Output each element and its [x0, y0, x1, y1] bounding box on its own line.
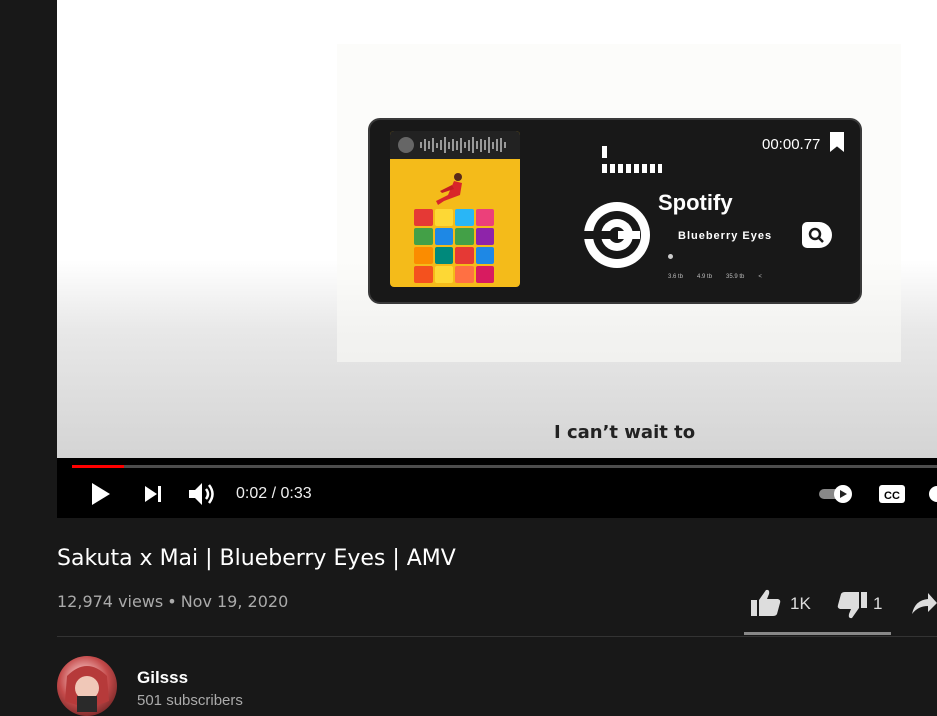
rubiks-cube-illustration	[414, 209, 494, 283]
likes-stat: 35.9 tb	[726, 274, 745, 280]
song-title-text: Blueberry Eyes	[678, 230, 773, 242]
spotify-card: 00:00.77 Spotify Blueberry Eyes 3.6 tb 4…	[368, 118, 862, 304]
volume-icon[interactable]	[188, 481, 218, 507]
video-meta: 12,974 views • Nov 19, 2020	[57, 592, 288, 611]
sentiment-bar	[744, 632, 891, 635]
audio-bars-icon	[602, 146, 662, 173]
upload-date: Nov 19, 2020	[180, 592, 289, 611]
channel-avatar[interactable]	[57, 656, 117, 716]
like-count[interactable]: 1K	[790, 594, 811, 614]
disc-logo-icon	[582, 202, 650, 268]
settings-icon[interactable]	[927, 482, 937, 506]
spotify-brand-text: Spotify	[658, 190, 733, 215]
video-frame[interactable]: 00:00.77 Spotify Blueberry Eyes 3.6 tb 4…	[57, 0, 937, 458]
overlay-stats: 3.6 tb 4.9 tb 35.9 tb <	[668, 274, 762, 280]
video-title: Sakuta x Mai | Blueberry Eyes | AMV	[57, 546, 456, 571]
share-icon: <	[758, 274, 762, 280]
spotify-code-icon	[420, 137, 506, 153]
album-cover-image	[390, 131, 520, 287]
video-player[interactable]: 00:00.77 Spotify Blueberry Eyes 3.6 tb 4…	[57, 0, 937, 518]
channel-name[interactable]: Gilsss	[137, 668, 188, 688]
search-icon	[802, 222, 832, 248]
progress-fill	[72, 465, 124, 468]
cc-icon[interactable]: CC	[878, 483, 906, 505]
spotify-code-bar	[390, 131, 520, 159]
view-count: 12,974 views	[57, 592, 164, 611]
subtitle-text: I can’t wait to	[554, 422, 696, 443]
overlay-timestamp: 00:00.77	[762, 136, 821, 153]
figure-illustration	[436, 173, 462, 205]
spotify-logo-icon	[398, 137, 414, 153]
play-icon[interactable]	[90, 482, 112, 506]
svg-text:CC: CC	[884, 490, 900, 502]
player-controls: 0:02 / 0:33 CC	[57, 470, 937, 518]
progress-bar[interactable]	[72, 465, 937, 468]
time-display: 0:02 / 0:33	[236, 485, 312, 502]
small-dot	[668, 254, 673, 259]
dislike-count[interactable]: 1	[873, 594, 882, 614]
next-icon[interactable]	[143, 484, 165, 504]
comments-stat: 3.6 tb	[668, 274, 684, 280]
subscriber-count: 501 subscribers	[137, 692, 243, 709]
meta-separator: •	[167, 592, 177, 611]
dislike-icon[interactable]	[836, 590, 868, 620]
autoplay-toggle-icon[interactable]	[817, 484, 855, 504]
bookmark-icon	[830, 132, 844, 152]
retweets-stat: 4.9 tb	[697, 274, 713, 280]
like-icon[interactable]	[750, 588, 782, 618]
share-icon[interactable]	[910, 590, 937, 616]
divider	[57, 636, 937, 637]
